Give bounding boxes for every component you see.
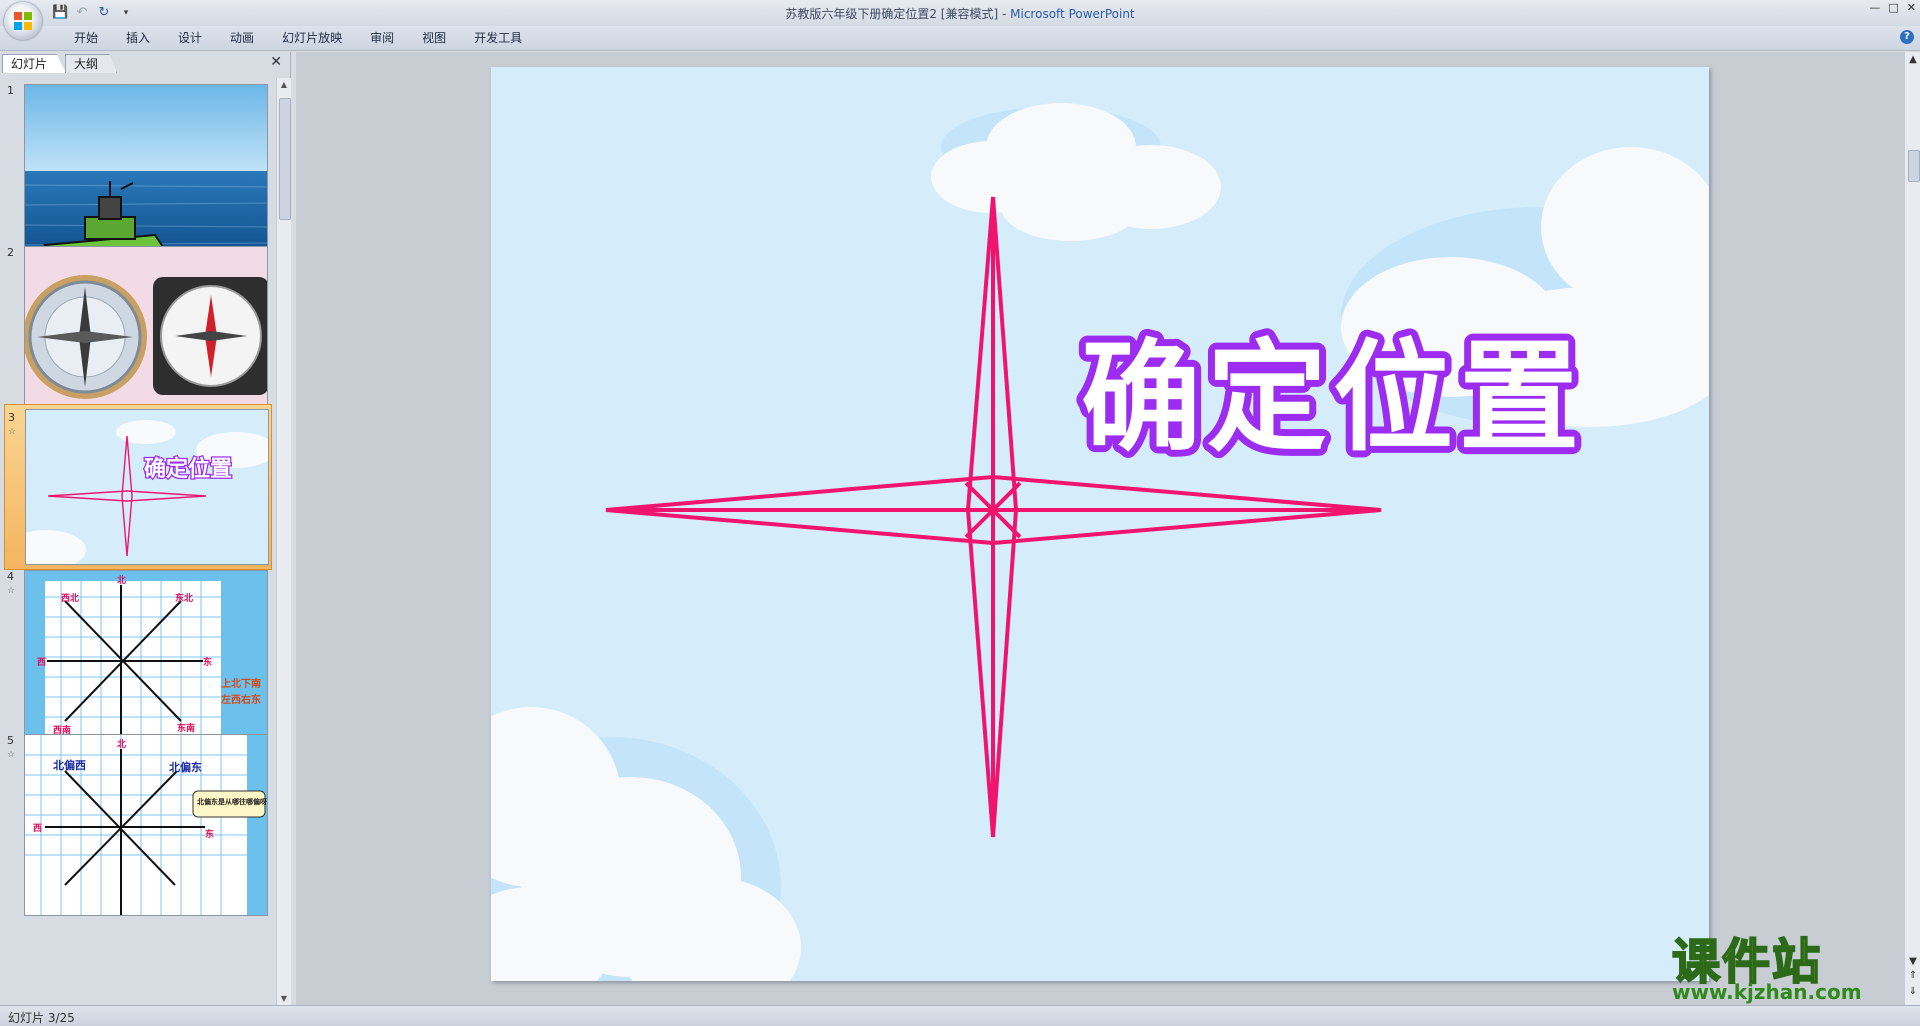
- speech-bubble-text: 北偏东是从哪往哪偏呀？: [197, 797, 268, 806]
- tab-design[interactable]: 设计: [164, 30, 216, 46]
- compass-star: [605, 196, 1382, 838]
- office-button[interactable]: [4, 2, 42, 40]
- cloud-bottom-left: [491, 707, 801, 981]
- tab-slideshow[interactable]: 幻灯片放映: [268, 30, 356, 46]
- scrollbar-thumb[interactable]: [279, 98, 291, 220]
- thumbnail-row-4[interactable]: 4 ☆ 北 东 西 东北 西北 东南 西南 上北下南 左西右东: [0, 564, 274, 752]
- tab-outline[interactable]: 大纲: [65, 54, 118, 73]
- label-west: 西: [33, 823, 42, 834]
- scroll-up-icon[interactable]: ▲: [279, 80, 289, 89]
- scrollbar-thumb[interactable]: [1908, 150, 1920, 182]
- site-watermark: 课件站 www.kjzhan.com: [1666, 922, 1906, 1006]
- slide-canvas: 确定位置: [491, 103, 1709, 981]
- app-name: Microsoft PowerPoint: [1010, 7, 1135, 21]
- slide-thumbnail-2[interactable]: [24, 246, 268, 428]
- slide-thumbnail-3[interactable]: 确定位置: [25, 409, 269, 565]
- scroll-up-icon[interactable]: ▲: [1907, 54, 1919, 65]
- status-bar: 幻灯片 3/25: [0, 1005, 1920, 1026]
- office-logo-icon: [14, 12, 32, 30]
- scroll-down-icon[interactable]: ▼: [1907, 956, 1919, 967]
- slide-thumbnail-1[interactable]: [24, 84, 268, 266]
- thumbnail-number: 2: [7, 246, 14, 259]
- document-title: 苏教版六年级下册确定位置2 [兼容模式] -: [785, 7, 1011, 21]
- thumbnail-number: 5: [7, 734, 14, 747]
- thumbnail-row-2[interactable]: 2: [0, 240, 274, 428]
- next-slide-icon[interactable]: ⇓: [1907, 986, 1919, 997]
- label-north: 北: [117, 738, 126, 750]
- cloud-top: [931, 103, 1221, 241]
- thumbnail-row-3[interactable]: 3 ☆ 确定位置: [4, 404, 272, 570]
- thumbnail-scrollbar[interactable]: ▲ ▼: [276, 78, 291, 1005]
- tab-review[interactable]: 审阅: [356, 30, 408, 46]
- tab-home[interactable]: 开始: [60, 30, 112, 46]
- label-northwest: 西北: [61, 592, 79, 604]
- tab-insert[interactable]: 插入: [112, 30, 164, 46]
- thumbnail-list: 1 2 3 ☆ 确定位置 4 ☆ 北 东 西 东北 西北 东南 西南 上北下南 …: [0, 78, 274, 1005]
- close-icon[interactable]: ✕: [1907, 1, 1916, 14]
- slide-title[interactable]: 确定位置: [1074, 322, 1586, 475]
- thumbnail-title: 确定位置: [144, 456, 232, 482]
- rhyme-line-2: 左西右东: [220, 693, 261, 706]
- title-bar: 💾 ↶ ↻ ▾ 苏教版六年级下册确定位置2 [兼容模式] - Microsoft…: [0, 0, 1920, 26]
- slide-counter: 幻灯片 3/25: [8, 1011, 75, 1025]
- north-east-grid-preview: 北偏西 北偏东 北 西 东 北偏东是从哪往哪偏呀？: [25, 735, 268, 915]
- thumbnail-number: 3: [8, 411, 15, 424]
- rhyme-line-1: 上北下南: [221, 677, 261, 690]
- tab-slides[interactable]: 幻灯片: [2, 54, 67, 73]
- window-title: 苏教版六年级下册确定位置2 [兼容模式] - Microsoft PowerPo…: [0, 5, 1920, 22]
- thumbnail-row-1[interactable]: 1: [0, 78, 274, 266]
- compass-title-preview: 确定位置: [26, 420, 268, 564]
- ribbon-tab-bar: 开始 插入 设计 动画 幻灯片放映 审阅 视图 开发工具 ?: [0, 26, 1920, 51]
- label-north-west: 北偏西: [53, 758, 86, 772]
- slide-thumbnail-5[interactable]: 北偏西 北偏东 北 西 东 北偏东是从哪往哪偏呀？: [24, 734, 268, 916]
- label-northeast: 东北: [175, 592, 193, 604]
- animation-star-icon: ☆: [7, 586, 16, 596]
- ship-sea-image: [25, 85, 267, 265]
- animation-star-icon: ☆: [8, 427, 17, 437]
- ribbon-tabs: 开始 插入 设计 动画 幻灯片放映 审阅 视图 开发工具: [60, 30, 536, 46]
- previous-slide-icon[interactable]: ⇑: [1907, 970, 1919, 981]
- label-west: 西: [37, 657, 46, 668]
- minimize-icon[interactable]: —: [1869, 1, 1880, 14]
- label-east: 东: [203, 656, 212, 668]
- slide-thumbnail-4[interactable]: 北 南 东 西 东北 西北 东南 西南 上北下南 左西右东: [24, 570, 268, 752]
- label-east: 东: [205, 828, 214, 840]
- slide-editing-area: 确定位置: [296, 52, 1904, 1005]
- tab-view[interactable]: 视图: [408, 30, 460, 46]
- animation-star-icon: ☆: [7, 750, 16, 760]
- directions-grid-preview: 北 南 东 西 东北 西北 东南 西南 上北下南 左西右东: [37, 574, 261, 751]
- label-north-east: 北偏东: [169, 760, 202, 774]
- label-north: 北: [117, 574, 126, 586]
- thumbnail-number: 4: [7, 570, 14, 583]
- current-slide[interactable]: 确定位置: [491, 67, 1709, 981]
- compass-images: [25, 275, 267, 399]
- watermark-url: www.kjzhan.com: [1672, 980, 1862, 1004]
- pane-tabs: 幻灯片 大纲: [2, 54, 118, 74]
- slides-pane: 幻灯片 大纲 ✕ 1 2 3 ☆ 确定位置 4 ☆ 北 东 西 东北 西北 东南…: [0, 52, 291, 1005]
- main-scrollbar[interactable]: ▲ ▼ ⇑ ⇓: [1904, 52, 1920, 1005]
- tab-developer[interactable]: 开发工具: [460, 30, 536, 46]
- maximize-icon[interactable]: □: [1888, 1, 1898, 14]
- close-pane-icon[interactable]: ✕: [270, 54, 282, 70]
- scroll-down-icon[interactable]: ▼: [279, 994, 289, 1003]
- thumbnail-row-5[interactable]: 5 ☆ 北偏西 北偏东 北 西 东 北偏东是从哪往哪偏呀？: [0, 728, 274, 916]
- help-icon[interactable]: ?: [1900, 30, 1914, 44]
- tab-animations[interactable]: 动画: [216, 30, 268, 46]
- thumbnail-number: 1: [7, 84, 14, 97]
- window-controls: — □ ✕: [1869, 1, 1916, 14]
